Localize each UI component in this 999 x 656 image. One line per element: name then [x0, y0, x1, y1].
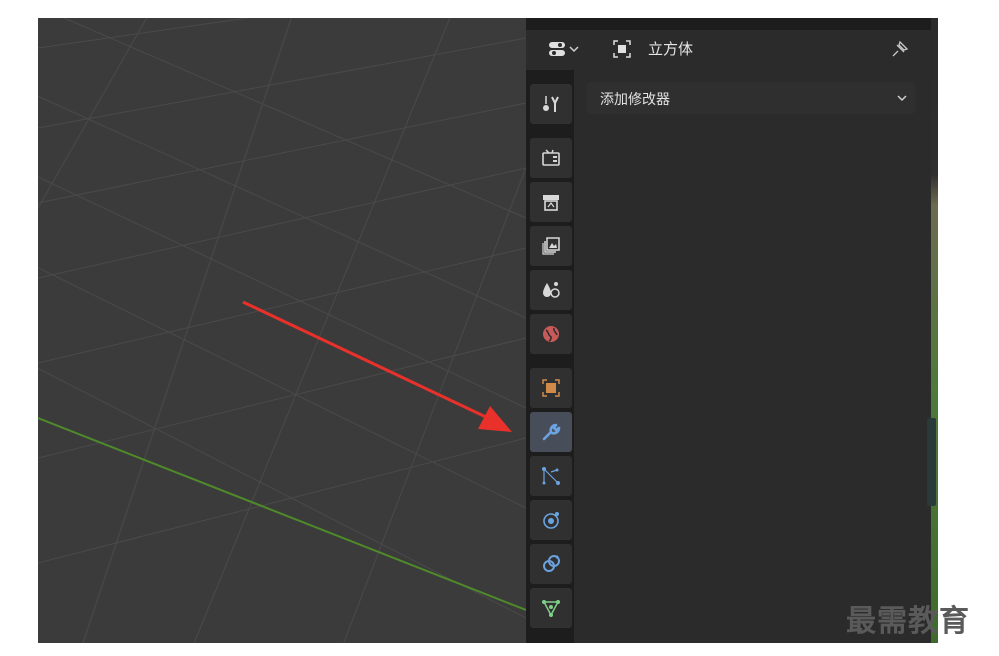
wrench-icon	[542, 423, 561, 441]
tab-particles[interactable]	[530, 456, 572, 496]
3d-viewport[interactable]	[38, 18, 526, 643]
add-modifier-dropdown[interactable]: 添加修改器	[587, 82, 915, 114]
add-modifier-label: 添加修改器	[600, 92, 670, 108]
region-scrollbar[interactable]	[927, 418, 936, 506]
tab-scene[interactable]	[530, 270, 572, 310]
tab-render[interactable]	[530, 138, 572, 178]
chevron-down-icon	[897, 95, 907, 102]
modifier-panel: 添加修改器	[574, 70, 931, 643]
properties-editor: 立方体 添加修改器	[526, 18, 931, 643]
tab-object[interactable]	[530, 368, 572, 408]
tab-modifiers[interactable]	[530, 412, 572, 452]
object-icon	[542, 379, 560, 397]
mesh-data-icon	[542, 600, 560, 617]
output-icon	[543, 195, 559, 211]
tab-view-layer[interactable]	[530, 226, 572, 266]
background-photo-edge	[931, 18, 938, 643]
chevron-down-icon[interactable]	[569, 44, 579, 54]
y-axis-line	[38, 417, 526, 611]
world-icon	[543, 326, 559, 342]
object-data-icon	[613, 40, 631, 58]
object-name: 立方体	[648, 40, 694, 58]
tab-data[interactable]	[530, 588, 572, 628]
view-layer-icon	[542, 237, 560, 255]
viewport-grid	[38, 18, 526, 643]
properties-header: 立方体	[526, 30, 931, 70]
constraints-icon	[543, 555, 560, 572]
scene-icon	[543, 282, 560, 298]
tab-tool[interactable]	[530, 84, 572, 124]
tool-icon	[543, 96, 559, 112]
tab-world[interactable]	[530, 314, 572, 354]
tab-output[interactable]	[530, 182, 572, 222]
tab-physics[interactable]	[530, 500, 572, 540]
tab-constraints[interactable]	[530, 544, 572, 584]
watermark: 最需教育	[846, 604, 970, 639]
physics-icon	[543, 512, 559, 529]
properties-editor-icon[interactable]	[548, 40, 566, 58]
render-icon	[542, 149, 560, 166]
pin-icon[interactable]	[890, 39, 910, 59]
particles-icon	[542, 467, 560, 485]
properties-tabs	[526, 70, 574, 643]
